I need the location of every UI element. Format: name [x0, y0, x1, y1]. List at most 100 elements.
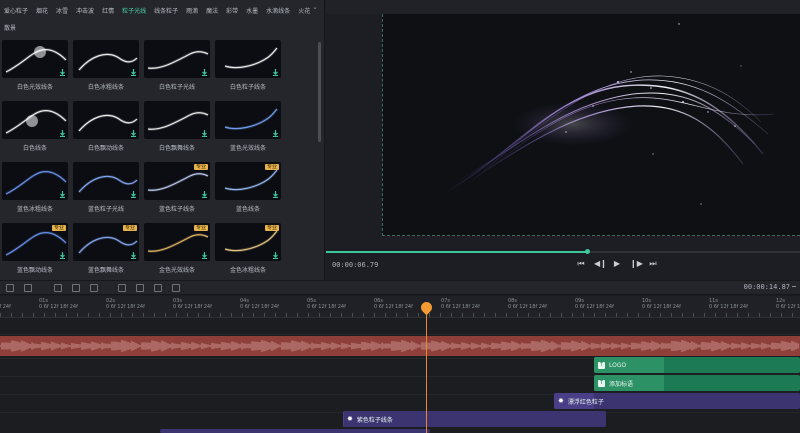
effect-tile[interactable]: 白色飘动线条 [73, 101, 139, 152]
speed-icon[interactable] [154, 284, 162, 292]
copy-icon[interactable] [72, 284, 80, 292]
download-icon[interactable] [201, 69, 208, 76]
category-tab[interactable]: 彩带 [224, 2, 244, 19]
effect-tile[interactable]: 白色飘舞线条 [144, 101, 210, 152]
download-icon[interactable] [130, 130, 137, 137]
effect-thumbnail[interactable] [144, 101, 210, 139]
effect-thumbnail[interactable]: 专业 [2, 223, 68, 261]
clip-logo[interactable]: T LOGO [594, 357, 800, 373]
effect-tile[interactable]: 蓝色冰粗线条 [2, 162, 68, 213]
preview-progress-bar[interactable] [326, 249, 800, 254]
play-icon[interactable]: ▶ [612, 258, 622, 270]
effect-label: 白色粒子线条 [229, 84, 266, 91]
effect-thumbnail[interactable]: 专业 [215, 162, 281, 200]
timeline-ruler[interactable]: 00s0 6f 12f 18f 24f01s0 6f 12f 18f 24f02… [0, 296, 800, 318]
effect-label: 白色光效线条 [16, 84, 53, 91]
effect-tile[interactable]: 专业 蓝色线条 [215, 162, 281, 213]
marker-icon[interactable] [136, 284, 144, 292]
crop-icon[interactable] [118, 284, 126, 292]
step-forward-icon[interactable]: ❙▶ [630, 258, 643, 270]
effect-thumbnail[interactable] [2, 162, 68, 200]
effect-thumbnail[interactable] [73, 40, 139, 78]
category-tab[interactable]: 红情 [100, 2, 120, 19]
category-tab[interactable]: 粒子光线 [120, 2, 152, 19]
zoom-out-icon[interactable] [792, 286, 796, 287]
pro-badge: 专业 [193, 225, 208, 231]
download-icon[interactable] [130, 69, 137, 76]
undo-icon[interactable] [6, 284, 14, 292]
layers-icon[interactable] [172, 284, 180, 292]
effect-tile[interactable]: 白色线条 [2, 101, 68, 152]
download-icon[interactable] [59, 130, 66, 137]
effect-thumbnail[interactable] [2, 101, 68, 139]
download-icon[interactable] [201, 130, 208, 137]
clip-particle-red[interactable]: ✸ 漂浮红色粒子 [554, 393, 800, 409]
preview-canvas[interactable] [382, 14, 800, 236]
category-tab[interactable]: 冰雪 [54, 2, 74, 19]
audio-track-clip[interactable] [0, 336, 800, 356]
effect-thumbnail[interactable] [73, 162, 139, 200]
download-icon[interactable] [59, 191, 66, 198]
category-tab[interactable]: 雨滴 [184, 2, 204, 19]
pro-badge: 专业 [264, 225, 279, 231]
download-icon[interactable] [272, 191, 279, 198]
effect-thumbnail[interactable] [144, 40, 210, 78]
effect-label: 蓝色光效线条 [229, 145, 266, 152]
download-icon[interactable] [201, 252, 208, 259]
effect-tile[interactable]: 专业 蓝色粒子线条 [144, 162, 210, 213]
effect-thumbnail[interactable] [2, 40, 68, 78]
effect-tile[interactable]: 白色光效线条 [2, 40, 68, 91]
skip-start-icon[interactable]: ⏮ [576, 258, 586, 270]
text-clip-icon: T [598, 361, 605, 369]
download-icon[interactable] [272, 69, 279, 76]
category-tab[interactable]: 烟花 [34, 2, 54, 19]
step-back-icon[interactable]: ◀❙ [594, 258, 607, 270]
effect-tile[interactable]: 白色粒子光线 [144, 40, 210, 91]
category-tab[interactable]: 冲击波 [74, 2, 100, 19]
category-tab[interactable]: 魔法 [204, 2, 224, 19]
timeline-tracks: T LOGO T 添加标语 ✸ 漂浮红色粒子 ✸ 紫色粒子线条 [0, 318, 800, 433]
clip-text[interactable]: T 添加标语 [594, 375, 800, 391]
download-icon[interactable] [59, 69, 66, 76]
effect-thumbnail[interactable]: 专业 [73, 223, 139, 261]
download-icon[interactable] [59, 252, 66, 259]
effect-tile[interactable]: 专业 蓝色飘动线条 [2, 223, 68, 274]
preview-scrubber-knob[interactable] [584, 249, 590, 254]
playback-controls: ⏮ ◀❙ ▶ ❙▶ ⏭ [576, 258, 658, 270]
effect-tile[interactable]: 蓝色粒子光线 [73, 162, 139, 213]
effect-tile[interactable]: 专业 蓝色飘舞线条 [73, 223, 139, 274]
effect-tile[interactable]: 专业 金色光效线条 [144, 223, 210, 274]
skip-end-icon[interactable]: ⏭ [648, 258, 658, 270]
download-icon[interactable] [272, 252, 279, 259]
effect-thumbnail[interactable]: 专业 [144, 162, 210, 200]
effect-thumbnail[interactable] [215, 101, 281, 139]
download-icon[interactable] [201, 191, 208, 198]
effect-thumbnail[interactable]: 专业 [215, 223, 281, 261]
download-icon[interactable] [130, 191, 137, 198]
redo-icon[interactable] [24, 284, 32, 292]
delete-icon[interactable] [90, 284, 98, 292]
library-scrollbar[interactable] [318, 42, 321, 142]
category-tab[interactable]: 水滴线条 [264, 2, 296, 19]
chevron-down-icon[interactable]: ⌄ [312, 3, 318, 11]
category-tab[interactable]: 散景 [2, 19, 22, 36]
effect-tile[interactable]: 白色冰粗线条 [73, 40, 139, 91]
effect-tile[interactable]: 蓝色光效线条 [215, 101, 281, 152]
category-tab[interactable]: 水墨 [244, 2, 264, 19]
clip-bottom[interactable] [160, 429, 430, 433]
ruler-frame-labels: 0 6f 12f 18f 24f [441, 304, 480, 310]
effect-thumbnail[interactable] [73, 101, 139, 139]
pro-badge: 专业 [193, 164, 208, 170]
download-icon[interactable] [130, 252, 137, 259]
clip-particle-purple[interactable]: ✸ 紫色粒子线条 [343, 411, 606, 427]
category-tab[interactable]: 爱心粒子 [2, 2, 34, 19]
effect-thumbnail[interactable]: 专业 [144, 223, 210, 261]
effect-thumbnail[interactable] [215, 40, 281, 78]
download-icon[interactable] [272, 130, 279, 137]
effect-tile[interactable]: 专业 金色冰粗线条 [215, 223, 281, 274]
ruler-frame-labels: 0 6f 12f 18f 24f [776, 304, 800, 310]
category-tab[interactable]: 线条粒子 [152, 2, 184, 19]
effect-tile[interactable]: 白色粒子线条 [215, 40, 281, 91]
split-icon[interactable] [54, 284, 62, 292]
category-tabs: 爱心粒子 烟花 冰雪 冲击波 红情 粒子光线 线条粒子 雨滴 魔法 彩带 水墨 水滴线条 火花 散景 [0, 0, 324, 36]
